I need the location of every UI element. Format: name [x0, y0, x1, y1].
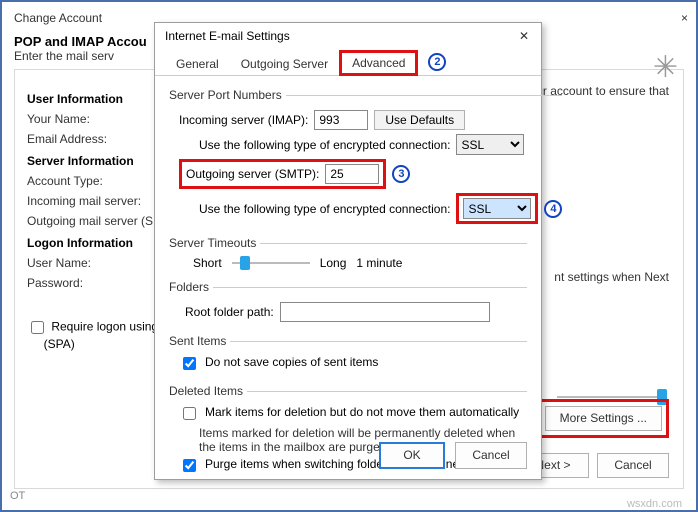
label-incoming-encryption: Use the following type of encrypted conn…: [199, 138, 450, 152]
legend-folders: Folders: [169, 280, 213, 294]
more-settings-button[interactable]: More Settings ...: [545, 406, 662, 431]
purge-checkbox[interactable]: [183, 459, 196, 472]
tab-panel-advanced: Server Port Numbers Incoming server (IMA…: [155, 76, 541, 494]
cancel-button-dialog[interactable]: Cancel: [455, 442, 527, 469]
use-defaults-button[interactable]: Use Defaults: [374, 110, 465, 130]
incoming-encryption-select[interactable]: SSL: [456, 134, 524, 155]
internet-email-settings-dialog: Internet E-mail Settings ✕ General Outgo…: [154, 22, 542, 480]
outgoing-port-highlight: Outgoing server (SMTP):: [179, 159, 386, 189]
outgoing-port-input[interactable]: [325, 164, 379, 184]
slider[interactable]: [557, 396, 667, 398]
require-spa-label2: (SPA): [44, 337, 75, 351]
tab-general[interactable]: General: [165, 52, 230, 76]
dialog-title: Internet E-mail Settings: [165, 29, 290, 43]
tab-bar: General Outgoing Server Advanced 2: [155, 49, 541, 76]
outgoing-encryption-select[interactable]: SSL: [463, 198, 531, 219]
dialog-titlebar: Internet E-mail Settings ✕: [155, 23, 541, 49]
require-spa-label1: Require logon using: [51, 320, 158, 334]
footer-text: OT: [10, 490, 25, 502]
legend-deleted-items: Deleted Items: [169, 384, 247, 398]
group-sent-items: Sent Items Do not save copies of sent it…: [169, 334, 527, 376]
right-hint-2: nt settings when Next: [554, 270, 669, 284]
require-spa-checkbox[interactable]: [31, 321, 44, 334]
legend-sent-items: Sent Items: [169, 334, 230, 348]
timeout-slider-thumb[interactable]: [240, 256, 250, 270]
group-folders: Folders Root folder path:: [169, 280, 527, 326]
label-root-folder: Root folder path:: [185, 305, 274, 319]
dont-save-sent-label: Do not save copies of sent items: [205, 355, 378, 369]
label-outgoing-port: Outgoing server (SMTP):: [186, 167, 319, 181]
timeout-slider[interactable]: [232, 260, 310, 266]
more-settings-highlight: 1 More Settings ...: [538, 399, 669, 438]
watermark-text: wsxdn.com: [627, 498, 682, 510]
cancel-button-outer[interactable]: Cancel: [597, 453, 669, 478]
group-timeouts: Server Timeouts Short Long 1 minute: [169, 236, 527, 272]
outgoing-encryption-highlight: SSL: [456, 193, 538, 224]
close-icon[interactable]: ×: [648, 11, 688, 25]
mark-deletion-checkbox[interactable]: [183, 407, 196, 420]
window-title: Change Account: [14, 11, 102, 25]
label-incoming-port: Incoming server (IMAP):: [179, 113, 308, 127]
tab-advanced[interactable]: Advanced: [339, 50, 418, 76]
dont-save-sent-checkbox[interactable]: [183, 357, 196, 370]
timeout-long-label: Long: [320, 256, 347, 270]
legend-timeouts: Server Timeouts: [169, 236, 260, 250]
label-outgoing-encryption: Use the following type of encrypted conn…: [199, 202, 450, 216]
dialog-close-icon[interactable]: ✕: [515, 29, 533, 43]
tab-outgoing[interactable]: Outgoing Server: [230, 52, 339, 76]
legend-server-ports: Server Port Numbers: [169, 88, 286, 102]
mark-deletion-label: Mark items for deletion but do not move …: [205, 405, 519, 419]
root-folder-input[interactable]: [280, 302, 490, 322]
timeout-value: 1 minute: [356, 256, 402, 270]
group-server-ports: Server Port Numbers Incoming server (IMA…: [169, 88, 562, 228]
incoming-port-input[interactable]: [314, 110, 368, 130]
ok-button[interactable]: OK: [379, 442, 445, 469]
cursor-icon: ✳: [653, 50, 678, 85]
badge-3: 3: [392, 165, 410, 183]
badge-2: 2: [428, 53, 446, 71]
badge-4: 4: [544, 200, 562, 218]
timeout-short-label: Short: [193, 256, 222, 270]
